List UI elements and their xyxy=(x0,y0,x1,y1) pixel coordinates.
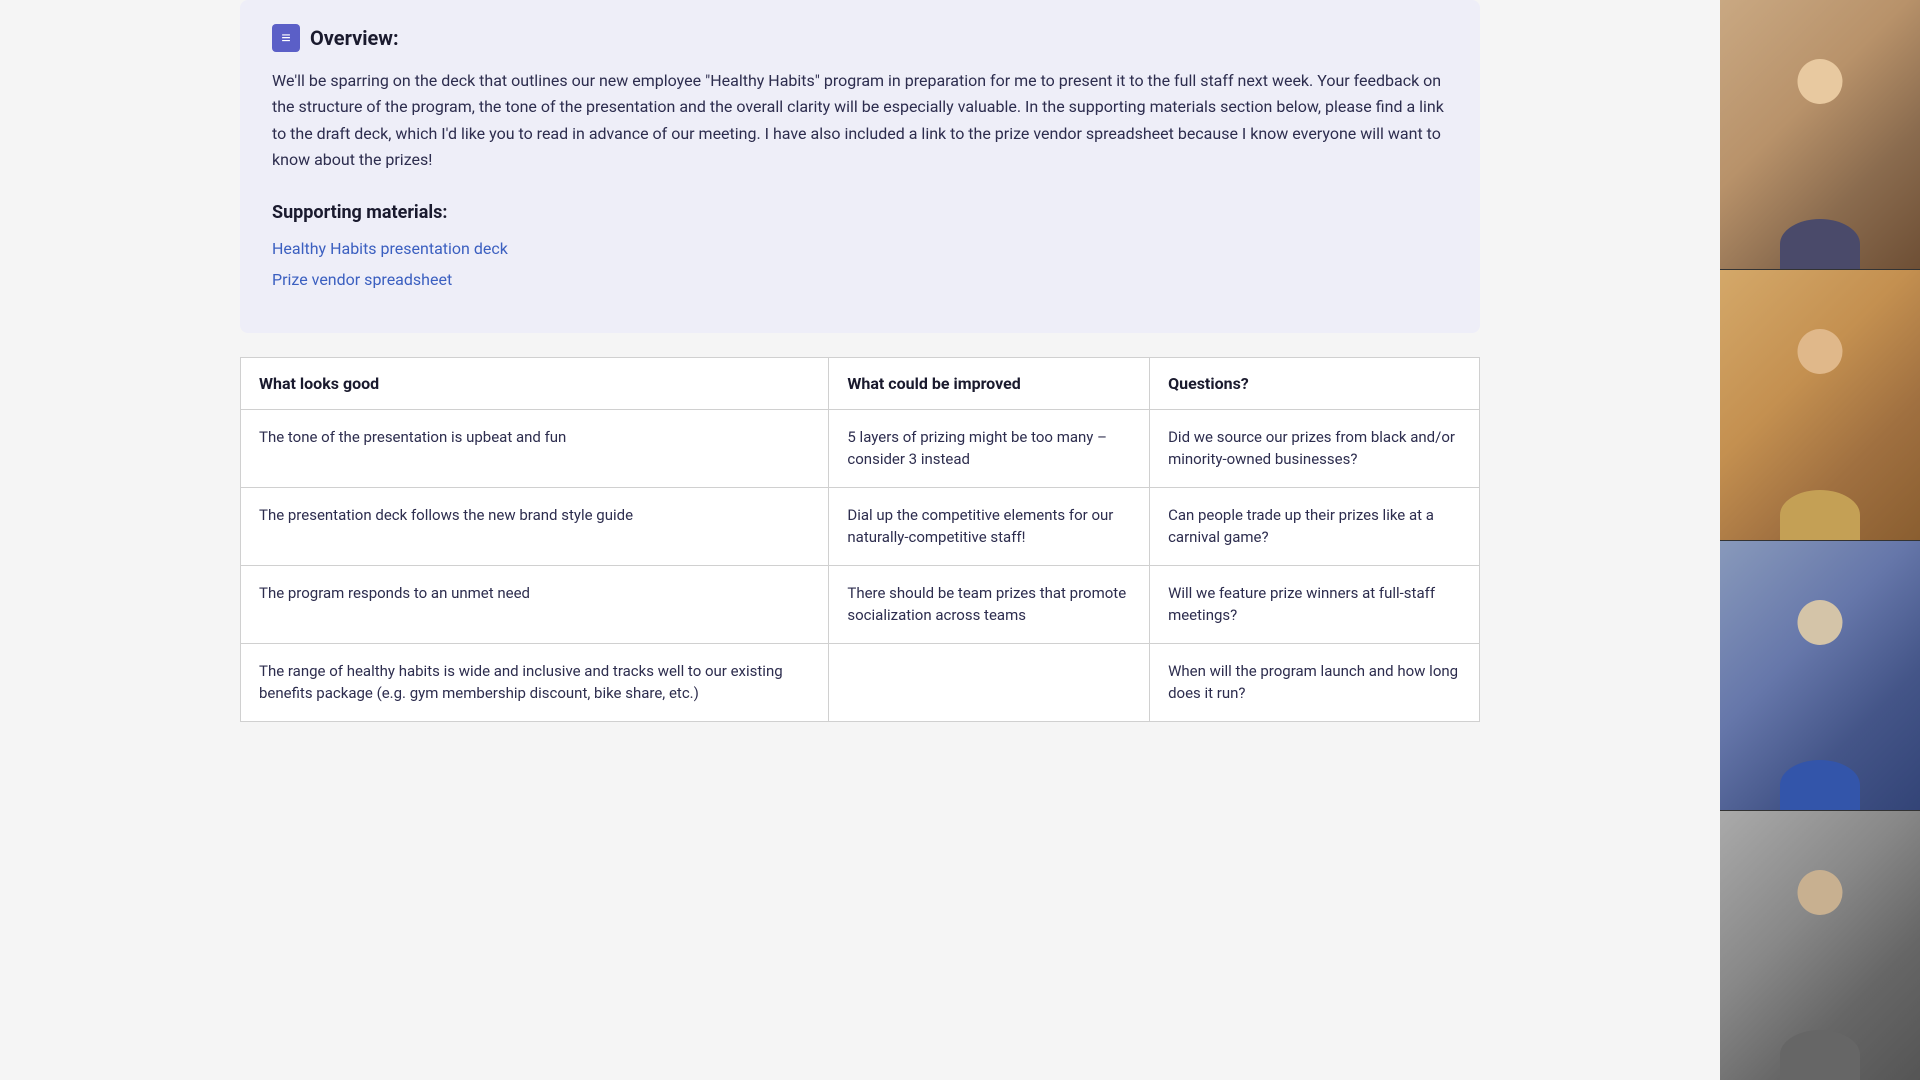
table-row: The program responds to an unmet needThe… xyxy=(241,565,1480,643)
person-head-2 xyxy=(1798,329,1843,374)
table-row: The range of healthy habits is wide and … xyxy=(241,643,1480,721)
video-tile-4 xyxy=(1720,811,1920,1080)
cell-improve-0: 5 layers of prizing might be too many – … xyxy=(829,409,1150,487)
cell-questions-0: Did we source our prizes from black and/… xyxy=(1150,409,1480,487)
cell-improve-1: Dial up the competitive elements for our… xyxy=(829,487,1150,565)
cell-questions-1: Can people trade up their prizes like at… xyxy=(1150,487,1480,565)
cell-improve-2: There should be team prizes that promote… xyxy=(829,565,1150,643)
col-header-questions: Questions? xyxy=(1150,357,1480,409)
person-body-4 xyxy=(1780,1030,1860,1080)
overview-section: ≡ Overview: We'll be sparring on the dec… xyxy=(240,0,1480,333)
person-head-3 xyxy=(1798,600,1843,645)
cell-good-3: The range of healthy habits is wide and … xyxy=(241,643,829,721)
col-header-good: What looks good xyxy=(241,357,829,409)
feedback-table: What looks good What could be improved Q… xyxy=(240,357,1480,722)
col-header-improve: What could be improved xyxy=(829,357,1150,409)
supporting-materials: Supporting materials: Healthy Habits pre… xyxy=(272,202,1448,289)
video-tile-3 xyxy=(1720,541,1920,811)
healthy-habits-link[interactable]: Healthy Habits presentation deck xyxy=(272,239,1448,258)
person-body-1 xyxy=(1780,219,1860,269)
cell-good-2: The program responds to an unmet need xyxy=(241,565,829,643)
person-body-2 xyxy=(1780,490,1860,540)
supporting-materials-title: Supporting materials: xyxy=(272,202,1448,223)
overview-body: We'll be sparring on the deck that outli… xyxy=(272,68,1448,174)
table-header-row: What looks good What could be improved Q… xyxy=(241,357,1480,409)
table-row: The presentation deck follows the new br… xyxy=(241,487,1480,565)
overview-title: Overview: xyxy=(310,26,399,50)
person-head-1 xyxy=(1798,59,1843,104)
video-person-1 xyxy=(1720,0,1920,269)
overview-icon: ≡ xyxy=(272,24,300,52)
cell-good-1: The presentation deck follows the new br… xyxy=(241,487,829,565)
video-tile-2 xyxy=(1720,270,1920,540)
overview-header: ≡ Overview: xyxy=(272,24,1448,52)
cell-questions-3: When will the program launch and how lon… xyxy=(1150,643,1480,721)
video-person-4 xyxy=(1720,811,1920,1080)
main-content: ≡ Overview: We'll be sparring on the dec… xyxy=(0,0,1720,1080)
video-person-2 xyxy=(1720,270,1920,539)
person-head-4 xyxy=(1798,870,1843,915)
prize-vendor-link[interactable]: Prize vendor spreadsheet xyxy=(272,270,1448,289)
video-person-3 xyxy=(1720,541,1920,810)
video-tile-1 xyxy=(1720,0,1920,270)
person-body-3 xyxy=(1780,760,1860,810)
video-panel xyxy=(1720,0,1920,1080)
cell-good-0: The tone of the presentation is upbeat a… xyxy=(241,409,829,487)
table-row: The tone of the presentation is upbeat a… xyxy=(241,409,1480,487)
cell-improve-3 xyxy=(829,643,1150,721)
cell-questions-2: Will we feature prize winners at full-st… xyxy=(1150,565,1480,643)
